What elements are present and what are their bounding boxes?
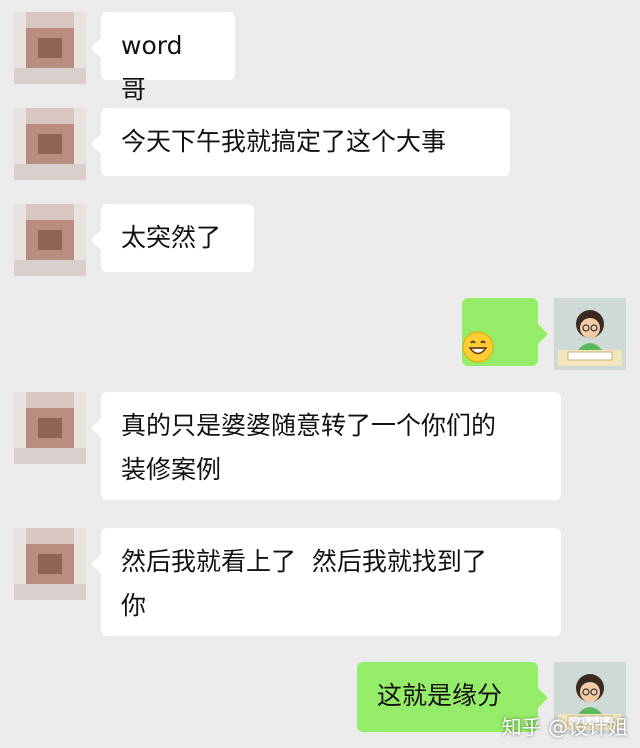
contact-avatar[interactable] bbox=[14, 108, 86, 180]
incoming-message[interactable]: 真的只是婆婆随意转了一个你们的 装修案例 bbox=[91, 392, 561, 500]
incoming-message[interactable]: 今天下午我就搞定了这个大事 bbox=[91, 108, 510, 176]
contact-avatar[interactable] bbox=[14, 12, 86, 84]
incoming-message[interactable]: word 哥 bbox=[91, 12, 235, 104]
outgoing-emoji-message[interactable] bbox=[462, 298, 548, 366]
contact-avatar[interactable] bbox=[14, 392, 86, 464]
contact-avatar[interactable] bbox=[14, 528, 86, 600]
self-avatar[interactable] bbox=[554, 298, 626, 370]
contact-avatar[interactable] bbox=[14, 204, 86, 276]
watermark: 知乎 @设计姐 bbox=[501, 715, 628, 739]
incoming-message[interactable]: 然后我就看上了 然后我就找到了 你 bbox=[91, 528, 561, 636]
incoming-message[interactable]: 太突然了 bbox=[91, 204, 254, 272]
